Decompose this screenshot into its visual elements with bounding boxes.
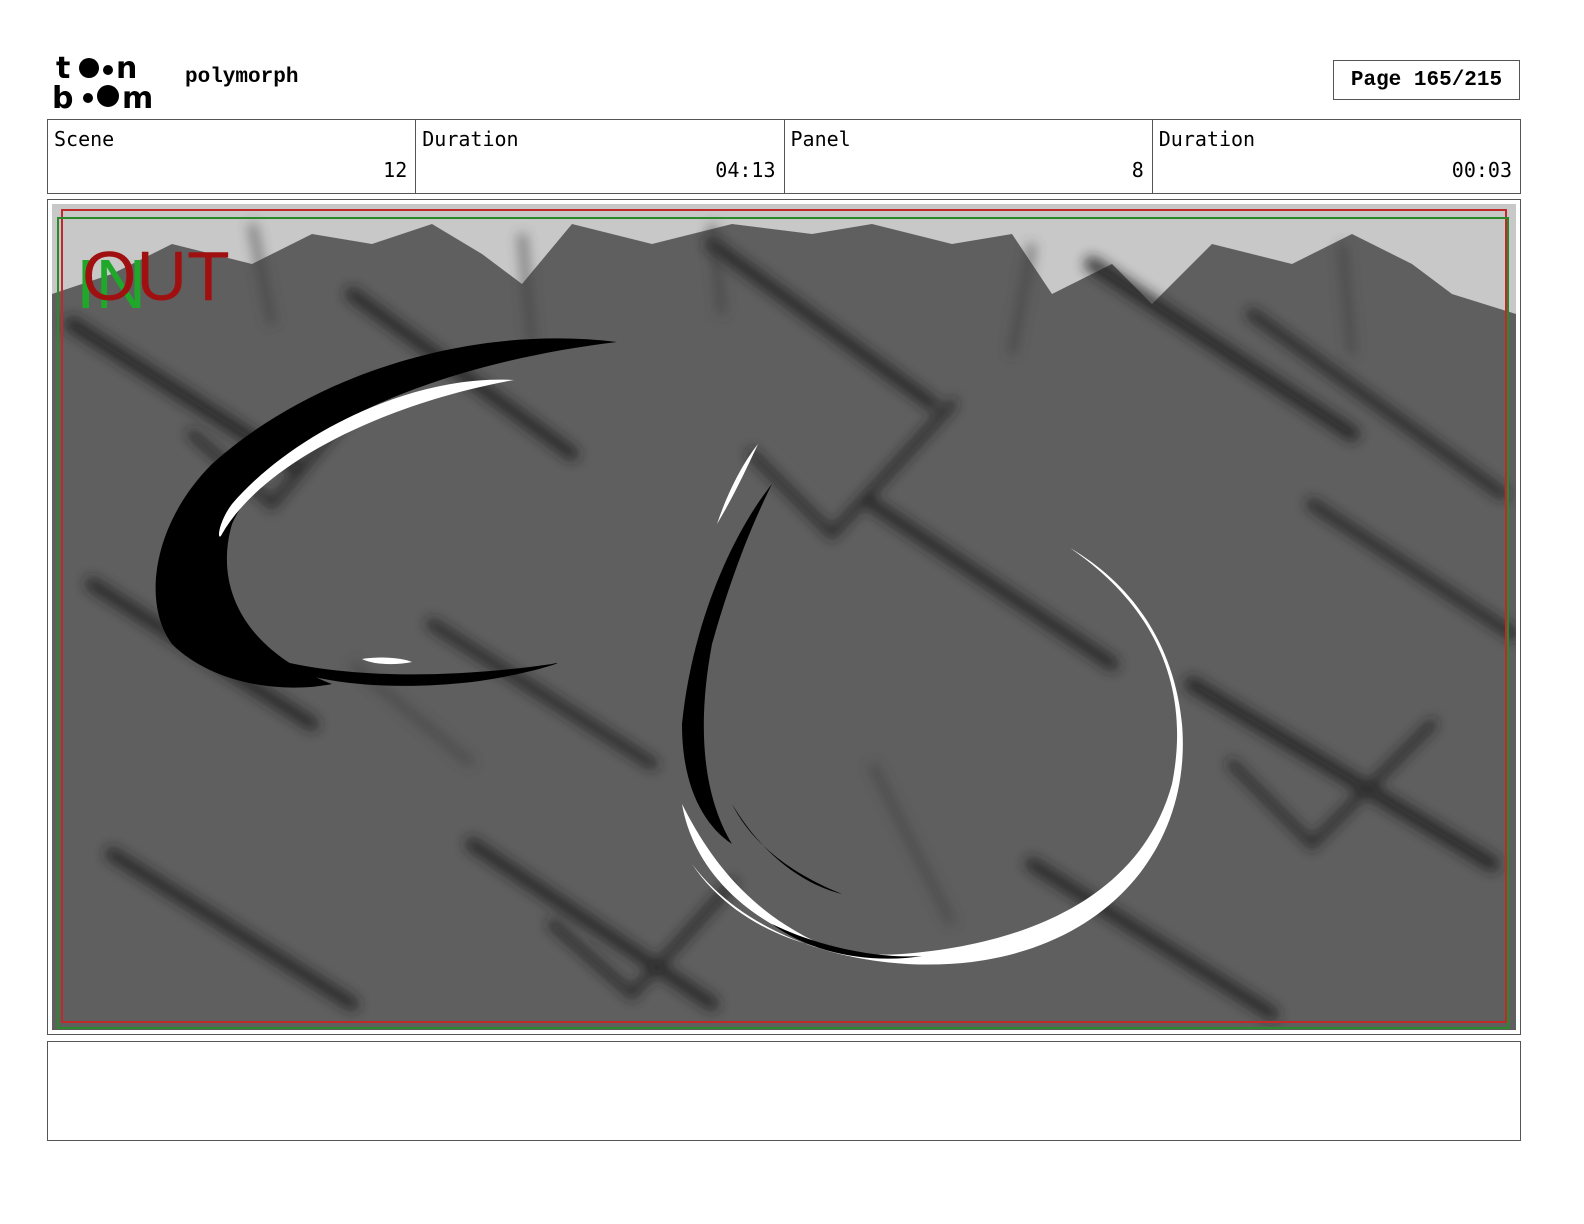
panel-notes-box [47,1041,1521,1141]
panel-duration-label: Duration [1158,127,1256,151]
page-number: Page 165/215 [1333,60,1520,100]
panel-artwork: IN OUT [52,204,1516,1030]
svg-text:m: m [122,81,153,112]
storyboard-panel: IN OUT [47,199,1521,1035]
scene-label: Scene [54,127,115,151]
panel-duration-value: 00:03 [1451,158,1512,182]
scene-value: 12 [383,158,408,182]
scene-duration-cell: Duration 04:13 [416,120,785,193]
panel-value: 8 [1131,158,1144,182]
svg-text:b: b [52,81,73,112]
scene-info-row: Scene 12 Duration 04:13 Panel 8 Duration… [47,119,1521,194]
scene-duration-value: 04:13 [715,158,776,182]
out-marker: OUT [82,237,230,315]
panel-cell: Panel 8 [785,120,1153,193]
scene-duration-label: Duration [422,127,519,151]
toon-boom-logo: t n b m [52,51,153,112]
panel-label: Panel [790,127,851,151]
panel-duration-cell: Duration 00:03 [1153,120,1520,193]
scene-cell: Scene 12 [48,120,417,193]
project-title: polymorph [185,66,299,89]
